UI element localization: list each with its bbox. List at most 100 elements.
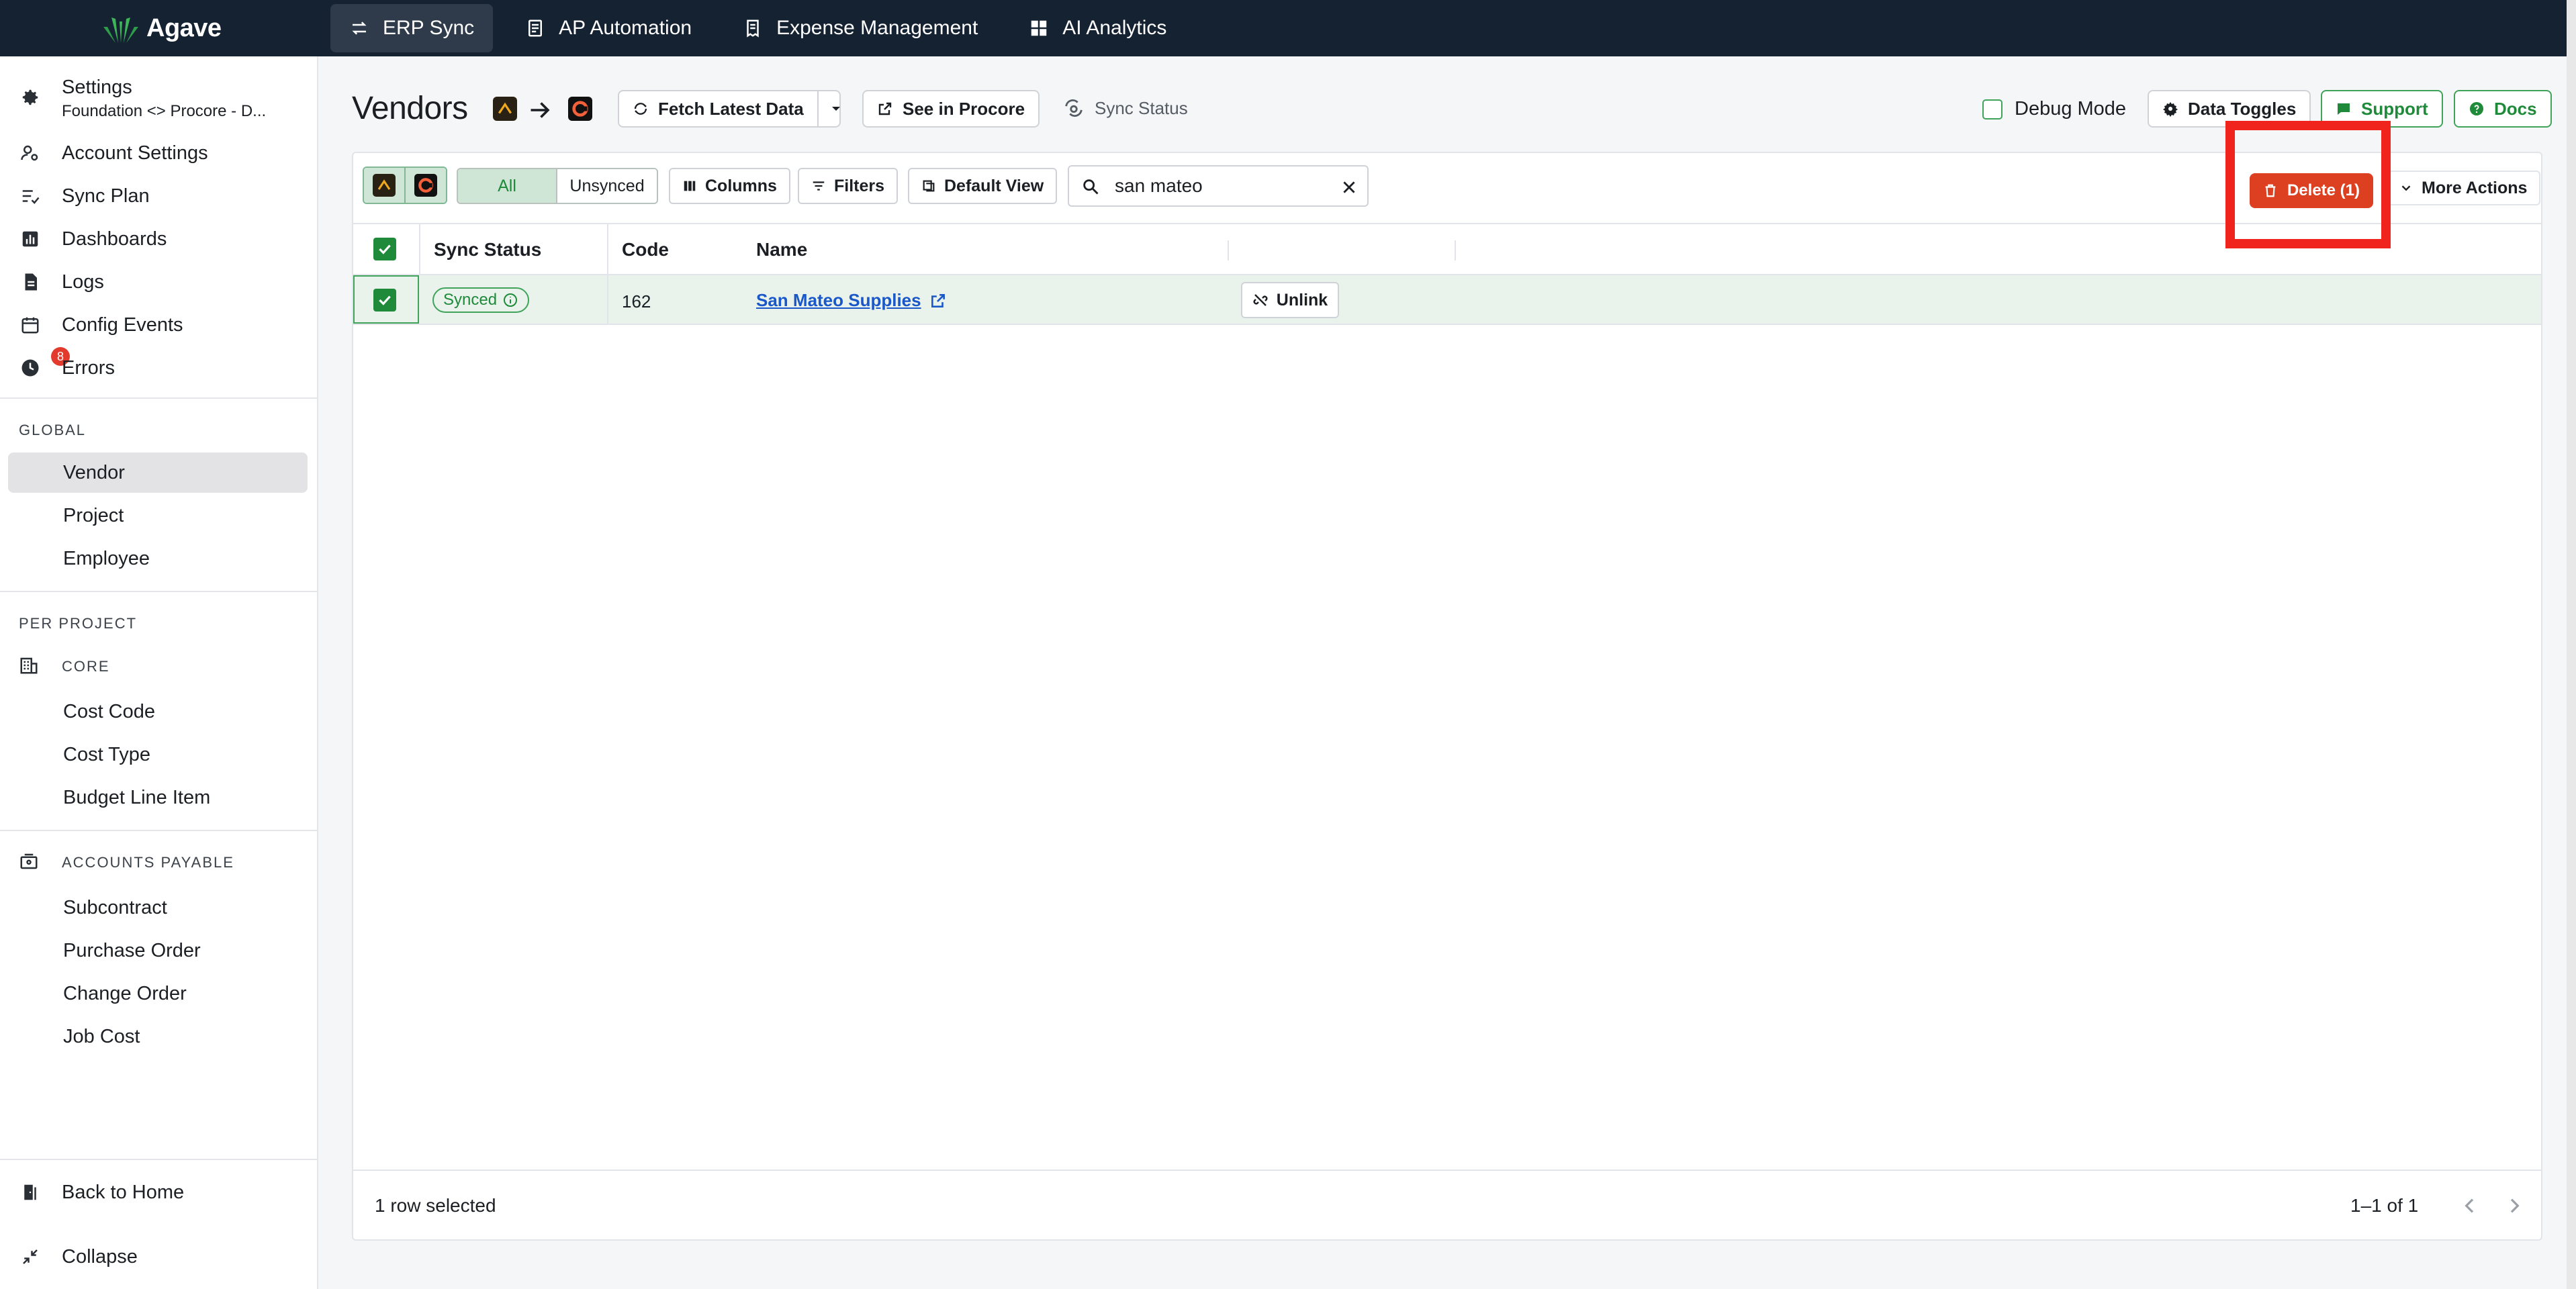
filter-all-tab[interactable]: All [458, 169, 557, 203]
sidebar-item-label: Config Events [62, 314, 183, 336]
brand-logo[interactable]: Agave [102, 12, 222, 44]
sidebar-item-cost-type[interactable]: Cost Type [8, 734, 308, 775]
external-link-icon [931, 293, 945, 307]
column-separator [1455, 240, 1456, 260]
tab-label: AI Analytics [1062, 17, 1167, 39]
tab-ap-automation[interactable]: AP Automation [506, 4, 710, 52]
agave-leaf-icon [103, 17, 138, 43]
filters-button[interactable]: Filters [798, 168, 899, 204]
fetch-options-dropdown[interactable] [828, 91, 844, 126]
debug-mode-checkbox[interactable] [1982, 99, 2003, 120]
gear-icon [19, 86, 42, 109]
collapse-sidebar-button[interactable]: Collapse [0, 1237, 318, 1277]
highlight-annotation-box [2225, 121, 2391, 248]
source-toggle [363, 166, 447, 204]
help-circle-icon [2470, 102, 2483, 115]
fetch-latest-data-group: Fetch Latest Data [618, 90, 841, 128]
foundation-logo-icon [373, 174, 396, 197]
sidebar-item-settings[interactable]: Settings Foundation <> Procore - D... [0, 73, 318, 126]
sidebar-item-label: Project [63, 505, 124, 526]
sidebar-item-job-cost[interactable]: Job Cost [8, 1016, 308, 1057]
gear-icon [2163, 102, 2178, 117]
sidebar-item-label: Cost Code [63, 701, 156, 722]
unlink-icon [1253, 294, 1268, 306]
selection-count: 1 row selected [375, 1195, 496, 1216]
sidebar-divider [0, 1159, 317, 1160]
filter-unsynced-tab[interactable]: Unsynced [556, 169, 657, 203]
tab-erp-sync[interactable]: ERP Sync [330, 4, 494, 52]
debug-mode-label: Debug Mode [2015, 98, 2127, 120]
sidebar-item-sync-plan[interactable]: Sync Plan [0, 176, 318, 216]
sidebar-item-cost-code[interactable]: Cost Code [8, 691, 308, 732]
sidebar: Settings Foundation <> Procore - D... Ac… [0, 56, 318, 1289]
clear-search-icon[interactable] [1340, 179, 1358, 196]
sidebar-item-budget-line-item[interactable]: Budget Line Item [8, 777, 308, 818]
sidebar-item-change-order[interactable]: Change Order [8, 973, 308, 1014]
chat-icon [2338, 103, 2350, 115]
default-view-button[interactable]: Default View [908, 168, 1058, 204]
sidebar-item-subcontract[interactable]: Subcontract [8, 888, 308, 928]
settings-subtitle: Foundation <> Procore - D... [62, 102, 267, 120]
info-icon[interactable] [502, 292, 518, 308]
error-clock-icon: 8 [19, 347, 70, 379]
sidebar-item-label: Budget Line Item [63, 787, 211, 808]
vendor-name: San Mateo Supplies [756, 290, 921, 310]
column-header-name[interactable]: Name [756, 239, 807, 260]
select-all-checkbox[interactable] [373, 238, 396, 260]
source-procore-toggle[interactable] [404, 168, 446, 203]
sidebar-item-errors[interactable]: 8 Errors [0, 347, 318, 388]
sidebar-item-logs[interactable]: Logs [0, 262, 318, 302]
sync-icon [634, 103, 647, 115]
see-in-procore-button[interactable]: See in Procore [862, 90, 1040, 128]
sidebar-item-dashboards[interactable]: Dashboards [0, 219, 318, 259]
sync-status-link[interactable]: Sync Status [1062, 97, 1188, 120]
previous-page-icon[interactable] [2459, 1195, 2481, 1216]
see-in-procore-label: See in Procore [903, 98, 1025, 119]
fetch-latest-data-button[interactable]: Fetch Latest Data [619, 91, 819, 126]
column-header-code[interactable]: Code [622, 239, 669, 260]
page-scrollbar[interactable] [2567, 0, 2576, 1289]
document-icon [19, 271, 42, 293]
sidebar-item-account-settings[interactable]: Account Settings [0, 133, 318, 173]
bar-chart-icon [19, 228, 42, 250]
column-header-sync-status[interactable]: Sync Status [434, 239, 541, 260]
row-checkbox[interactable] [373, 289, 396, 312]
sidebar-item-employee[interactable]: Employee [8, 538, 308, 579]
sync-status-label: Sync Status [1095, 97, 1188, 118]
sidebar-item-purchase-order[interactable]: Purchase Order [8, 930, 308, 971]
columns-button[interactable]: Columns [669, 168, 790, 204]
section-label-accounts-payable: ACCOUNTS PAYABLE [62, 854, 234, 871]
source-foundation-toggle[interactable] [364, 168, 404, 203]
sidebar-item-label: Purchase Order [63, 940, 201, 961]
sidebar-item-label: Account Settings [62, 142, 208, 164]
sidebar-item-label: Logs [62, 271, 104, 293]
arrows-swap-icon [352, 21, 367, 35]
unlink-button[interactable]: Unlink [1241, 282, 1339, 318]
debug-mode-toggle[interactable]: Debug Mode [1982, 98, 2126, 120]
support-label: Support [2361, 98, 2428, 119]
next-page-icon[interactable] [2503, 1195, 2525, 1216]
tab-label: ERP Sync [383, 17, 475, 39]
collapse-arrows-icon [19, 1245, 42, 1268]
search-icon [1083, 179, 1099, 195]
vendors-table-card: All Unsynced Columns Filters Default Vie… [352, 152, 2542, 1241]
tab-expense-management[interactable]: Expense Management [724, 4, 997, 52]
sync-filter-segment: All Unsynced [457, 168, 658, 204]
vendor-name-link[interactable]: San Mateo Supplies [756, 290, 947, 311]
more-actions-button[interactable]: More Actions [2385, 171, 2541, 205]
back-to-home-link[interactable]: Back to Home [0, 1172, 318, 1212]
sidebar-item-config-events[interactable]: Config Events [0, 305, 318, 345]
tab-ai-analytics[interactable]: AI Analytics [1010, 4, 1185, 52]
docs-button[interactable]: Docs [2454, 90, 2552, 128]
column-separator [607, 275, 608, 324]
search-input[interactable] [1115, 175, 1330, 197]
sidebar-item-label: Employee [63, 548, 150, 569]
sidebar-divider [0, 830, 317, 831]
fetch-latest-data-label: Fetch Latest Data [658, 98, 804, 119]
sidebar-item-project[interactable]: Project [8, 495, 308, 536]
payment-icon [19, 851, 42, 874]
page-title: Vendors [352, 91, 468, 126]
sidebar-item-vendor[interactable]: Vendor [8, 452, 308, 493]
sidebar-item-label: Subcontract [63, 897, 167, 918]
table-row[interactable]: Synced 162 San Mateo Supplies Unlink [353, 275, 2541, 325]
